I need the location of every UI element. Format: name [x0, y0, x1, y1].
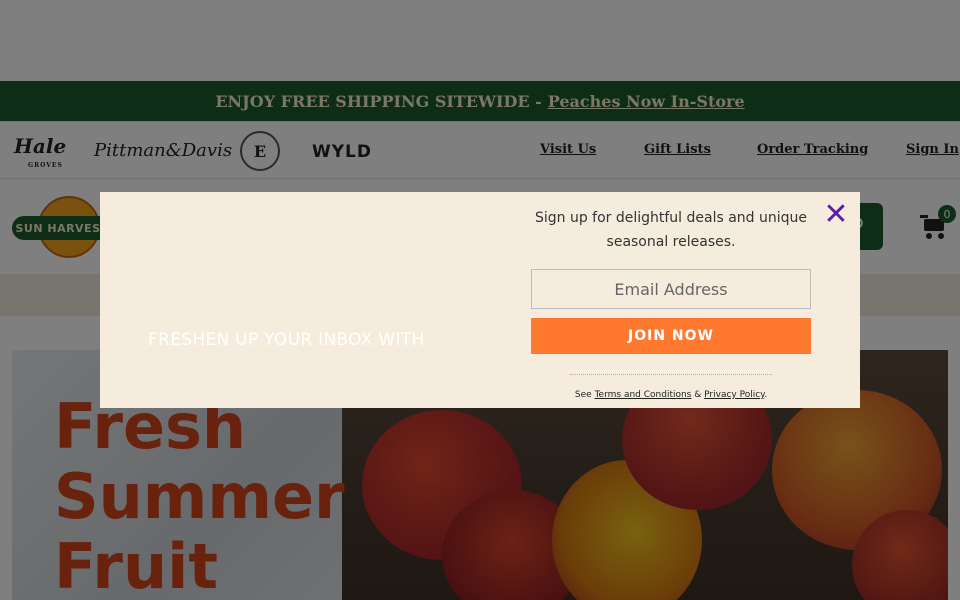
- modal-divider: [570, 374, 772, 375]
- legal-prefix: See: [574, 390, 592, 400]
- modal-headline: FRESHEN UP YOUR INBOX WITH: [148, 330, 425, 350]
- email-field[interactable]: [531, 269, 811, 309]
- close-icon[interactable]: ✕: [820, 197, 852, 232]
- terms-link[interactable]: Terms and Conditions: [595, 390, 692, 400]
- legal-and: &: [694, 390, 702, 400]
- legal-suffix: .: [764, 390, 768, 400]
- privacy-link[interactable]: Privacy Policy: [704, 390, 764, 400]
- modal-description: Sign up for delightful deals and unique …: [534, 210, 808, 250]
- modal-legal-text: See Terms and Conditions & Privacy Polic…: [531, 390, 811, 400]
- join-now-button[interactable]: JOIN NOW: [531, 318, 811, 354]
- email-signup-modal: FRESHEN UP YOUR INBOX WITH ✕ Sign up for…: [100, 192, 860, 408]
